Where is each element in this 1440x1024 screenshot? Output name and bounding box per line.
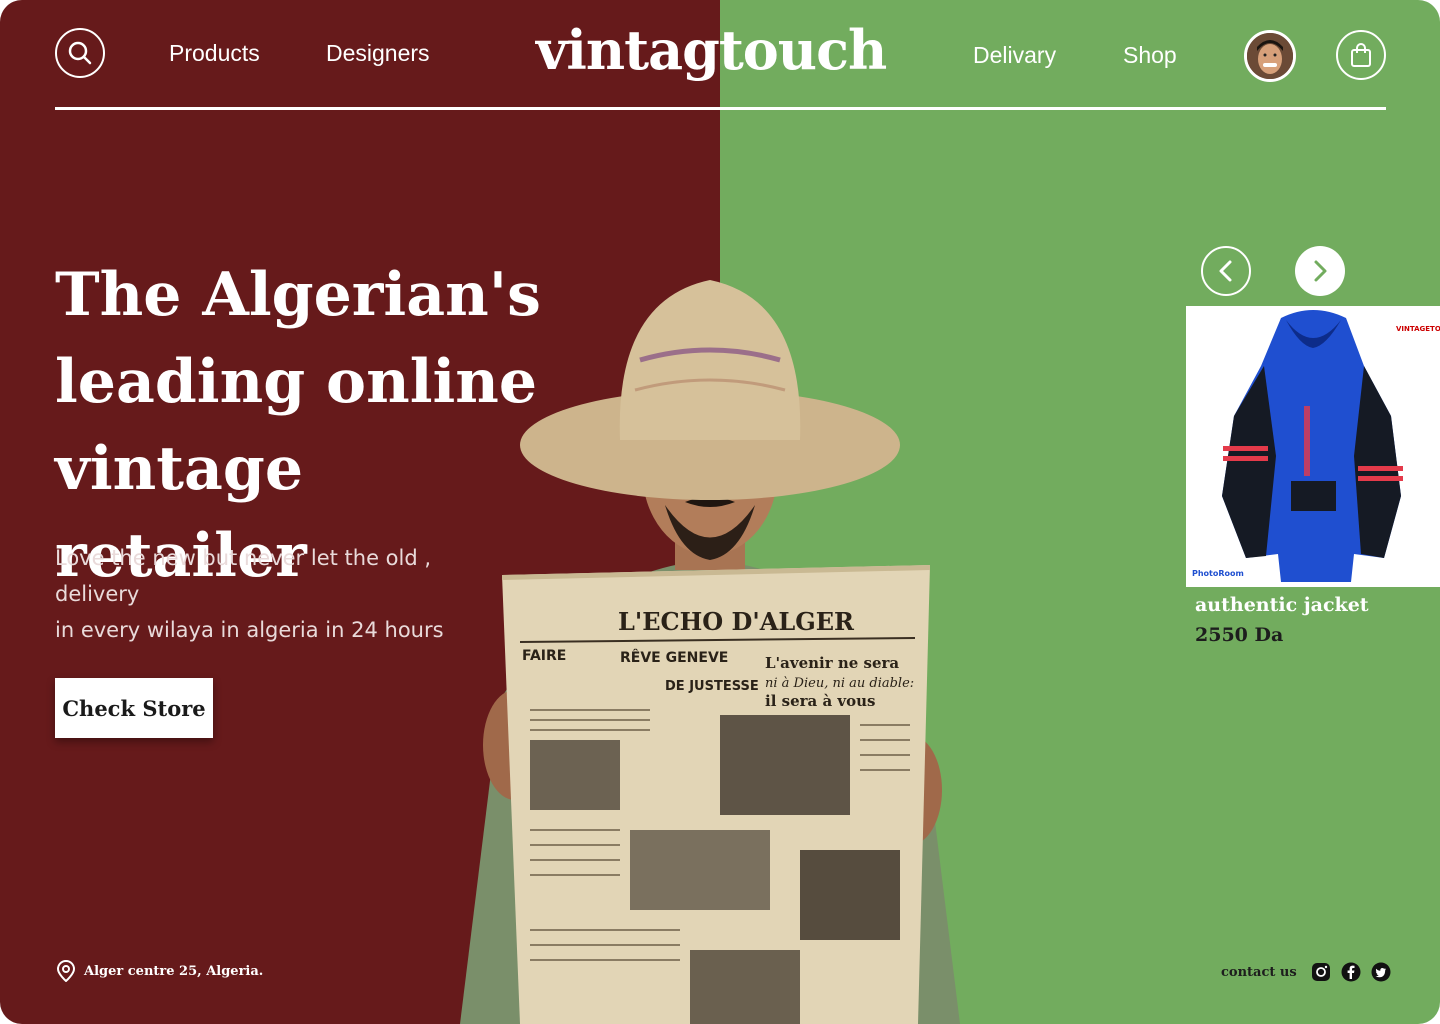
address-text: Alger centre 25, Algeria. (84, 963, 264, 979)
product-image[interactable]: VINTAGETOUCH PhotoRoom (1186, 306, 1440, 587)
twitter-icon[interactable] (1371, 962, 1391, 982)
hero-subtitle: Love the new but never let the old , del… (55, 546, 444, 642)
user-avatar[interactable] (1244, 30, 1296, 82)
location-pin-icon (56, 960, 76, 982)
svg-text:L'avenir ne sera: L'avenir ne sera (765, 654, 899, 672)
facebook-icon[interactable] (1341, 962, 1361, 982)
product-name[interactable]: authentic jacket (1195, 594, 1369, 616)
contact-label: contact us (1221, 964, 1297, 980)
carousel-prev-button[interactable] (1201, 246, 1251, 296)
nav-products[interactable]: Products (169, 40, 260, 67)
nav-designers[interactable]: Designers (326, 40, 430, 67)
page-frame: Products Designers vintagtouch Delivary … (0, 0, 1440, 1024)
nav-shop[interactable]: Shop (1123, 42, 1177, 69)
check-store-button[interactable]: Check Store (55, 678, 213, 738)
svg-text:RÊVE GENEVE: RÊVE GENEVE (620, 649, 728, 666)
instagram-icon[interactable] (1311, 962, 1331, 982)
contact-section: contact us (1221, 962, 1391, 982)
carousel-next-button[interactable] (1295, 246, 1345, 296)
header-divider (55, 107, 1386, 110)
nav-delivery[interactable]: Delivary (973, 42, 1056, 69)
site-logo[interactable]: vintagtouch (536, 18, 887, 82)
svg-text:FAIRE: FAIRE (522, 648, 566, 664)
photoroom-watermark: PhotoRoom (1192, 569, 1244, 578)
chevron-right-icon (1314, 260, 1327, 282)
shopping-bag-icon (1351, 43, 1371, 67)
product-brand-badge: VINTAGETOUCH (1396, 325, 1440, 333)
newspaper-masthead: L'ECHO D'ALGER (618, 607, 855, 636)
svg-text:il sera à vous: il sera à vous (765, 692, 875, 710)
chevron-left-icon (1219, 260, 1232, 282)
svg-text:ni à Dieu, ni au diable:: ni à Dieu, ni au diable: (765, 676, 914, 691)
product-price: 2550 Da (1195, 624, 1284, 646)
svg-text:DE JUSTESSE: DE JUSTESSE (665, 679, 759, 694)
search-button[interactable] (55, 28, 105, 78)
store-location: Alger centre 25, Algeria. (56, 960, 263, 982)
search-icon (68, 41, 92, 65)
cart-button[interactable] (1336, 30, 1386, 80)
